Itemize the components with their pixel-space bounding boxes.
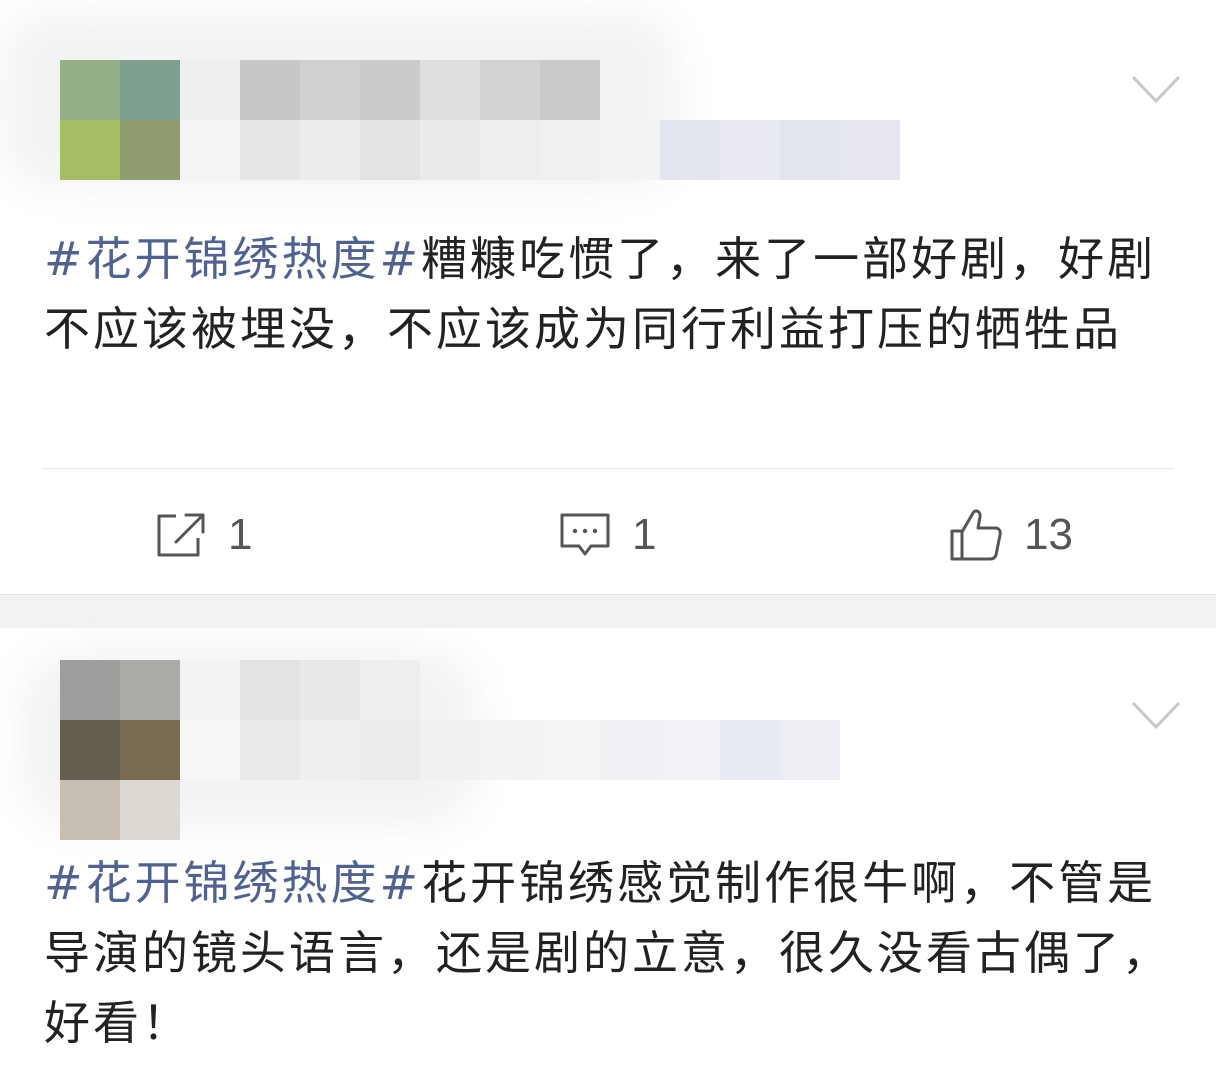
post-header-blurred	[0, 0, 1216, 200]
post-text: #花开锦绣热度#花开锦绣感觉制作很牛啊，不管是导演的镜头语言，还是剧的立意，很久…	[44, 848, 1184, 1058]
like-count: 13	[1024, 510, 1073, 559]
hashtag-link[interactable]: #花开锦绣热度#	[44, 856, 421, 910]
repost-count: 1	[228, 510, 253, 559]
post-meta-blurred	[180, 720, 840, 780]
post-meta-blurred	[180, 120, 960, 180]
comment-bubble-icon	[560, 513, 610, 556]
feed: #花开锦绣热度#糟糠吃惯了，来了一部好剧，好剧不应该被埋没，不应该成为同行利益打…	[0, 0, 1216, 1088]
username-blurred[interactable]	[180, 660, 420, 720]
post-text: #花开锦绣热度#糟糠吃惯了，来了一部好剧，好剧不应该被埋没，不应该成为同行利益打…	[44, 224, 1184, 364]
action-divider	[42, 468, 1174, 469]
username-blurred[interactable]	[180, 60, 600, 120]
comment-count: 1	[632, 510, 657, 559]
thumbs-up-icon	[950, 509, 1002, 561]
post-card: #花开锦绣热度#糟糠吃惯了，来了一部好剧，好剧不应该被埋没，不应该成为同行利益打…	[0, 0, 1216, 594]
chevron-down-icon[interactable]	[1130, 698, 1182, 732]
action-bar: 1 1 13	[0, 490, 1216, 580]
repost-button[interactable]: 1	[154, 490, 252, 580]
share-box-icon	[157, 513, 205, 557]
hashtag-link[interactable]: #花开锦绣热度#	[44, 232, 421, 286]
chevron-down-icon[interactable]	[1130, 72, 1182, 106]
avatar[interactable]	[60, 60, 180, 180]
comment-button[interactable]: 1	[558, 490, 656, 580]
post-card: #花开锦绣热度#花开锦绣感觉制作很牛啊，不管是导演的镜头语言，还是剧的立意，很久…	[0, 628, 1216, 1088]
post-separator	[0, 594, 1216, 630]
avatar[interactable]	[60, 660, 180, 840]
like-button[interactable]: 13	[948, 490, 1073, 580]
post-header-blurred	[0, 628, 1216, 840]
